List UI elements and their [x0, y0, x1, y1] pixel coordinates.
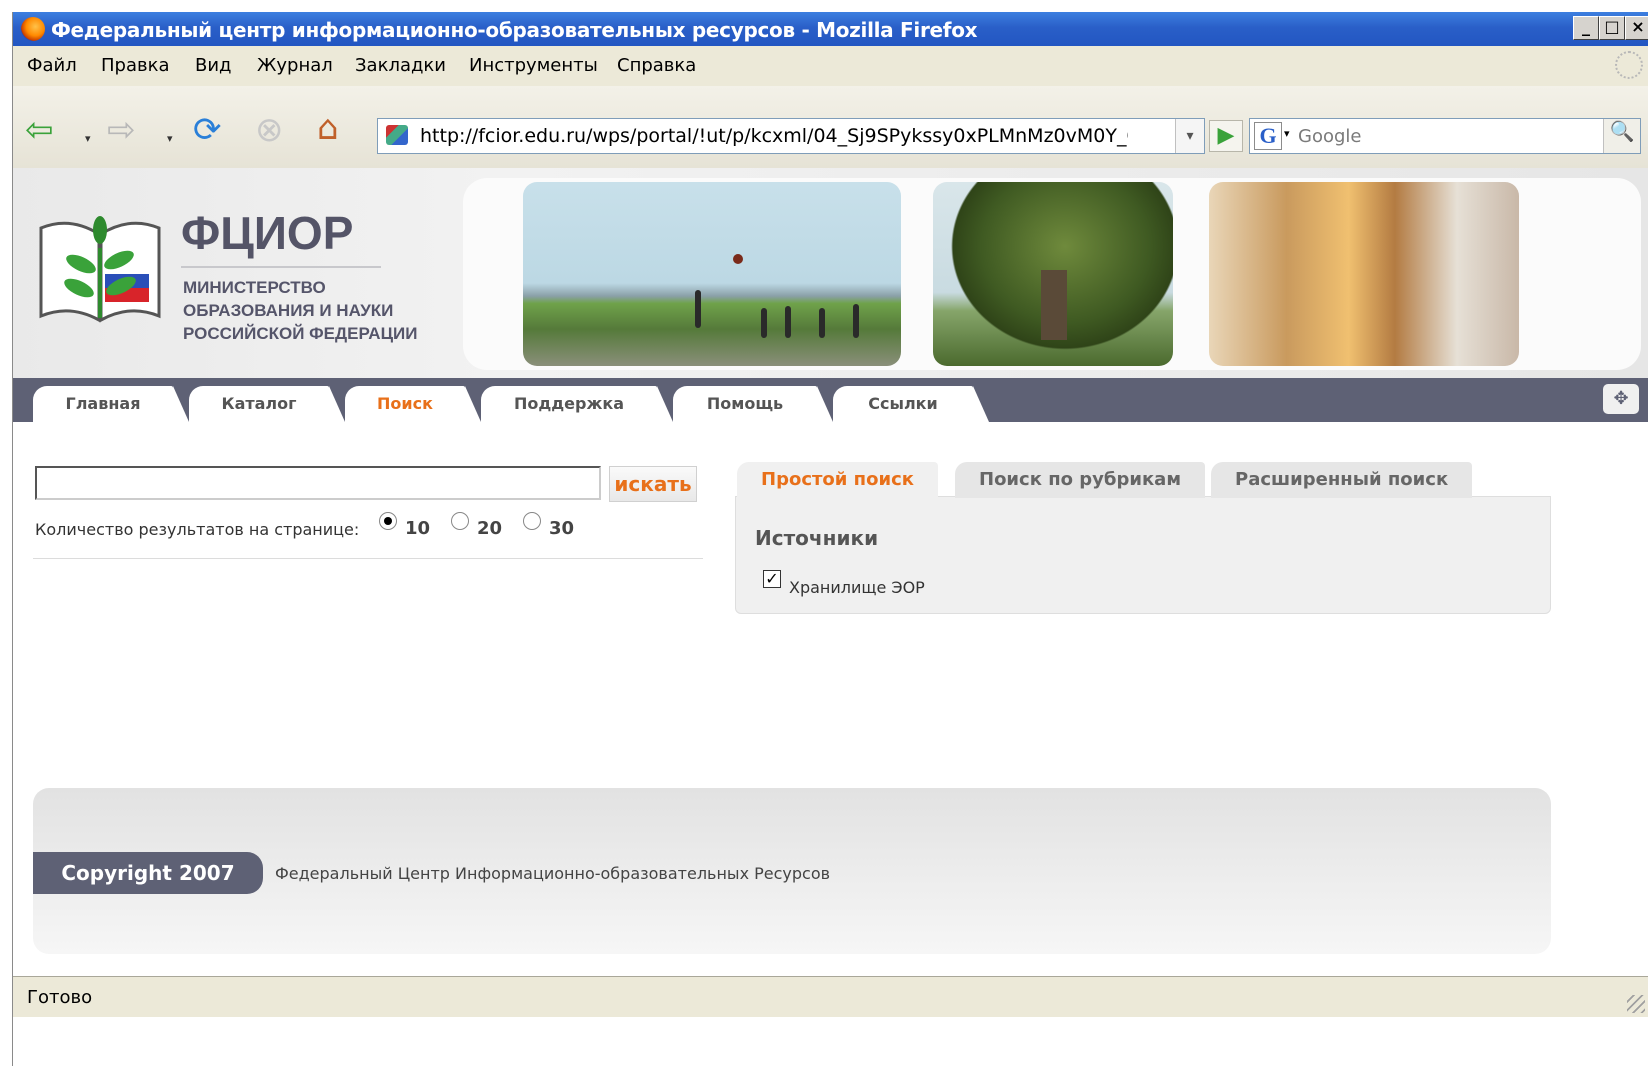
status-bar: Готово — [13, 976, 1648, 1017]
tab-advanced-search[interactable]: Расширенный поиск — [1211, 462, 1473, 498]
menu-edit[interactable]: Правка — [101, 55, 170, 76]
person-figure — [785, 306, 791, 338]
portal-navigation: Главная Каталог Поиск Поддержка Помощь С… — [13, 378, 1648, 422]
firefox-logo-icon — [21, 17, 45, 41]
results-per-page-label: Количество результатов на странице: — [35, 520, 360, 539]
divider — [33, 558, 703, 559]
navigation-toolbar: ⇦ ▾ ⇨ ▾ ⟳ ⊗ ⌂ http://fcior.edu.ru/wps/po… — [13, 86, 1648, 169]
sources-heading: Источники — [755, 526, 879, 550]
menu-help[interactable]: Справка — [617, 55, 696, 76]
tab-home[interactable]: Главная — [33, 386, 189, 422]
footer-org-name: Федеральный Центр Информационно-образова… — [275, 864, 831, 883]
results-option-label: 20 — [477, 518, 503, 539]
header-photo-strip — [463, 178, 1641, 370]
home-icon[interactable]: ⌂ — [317, 108, 339, 148]
repository-checkbox-label[interactable]: Хранилище ЭОР — [789, 578, 925, 597]
ministry-text: МИНИСТЕРСТВО ОБРАЗОВАНИЯ И НАУКИ РОССИЙС… — [183, 276, 417, 345]
browser-window: Федеральный центр информационно-образова… — [12, 12, 1648, 1066]
site-header: ФЦИОР МИНИСТЕРСТВО ОБРАЗОВАНИЯ И НАУКИ Р… — [13, 168, 1648, 378]
menu-history[interactable]: Журнал — [257, 55, 333, 76]
menu-tools[interactable]: Инструменты — [469, 55, 598, 76]
ministry-line: РОССИЙСКОЙ ФЕДЕРАЦИИ — [183, 324, 418, 343]
status-text: Готово — [27, 987, 93, 1008]
tab-catalog[interactable]: Каталог — [189, 386, 345, 422]
engine-dropdown-icon[interactable]: ▾ — [1284, 127, 1290, 140]
go-button[interactable]: ▶ — [1209, 120, 1243, 152]
ministry-line: ОБРАЗОВАНИЯ И НАУКИ — [183, 301, 394, 320]
close-button[interactable]: × — [1625, 16, 1648, 40]
address-bar[interactable]: http://fcior.edu.ru/wps/portal/!ut/p/kcx… — [377, 118, 1205, 154]
brand-name: ФЦИОР — [181, 207, 354, 259]
person-figure — [695, 290, 701, 328]
menu-bar: Файл Правка Вид Журнал Закладки Инструме… — [13, 46, 1648, 86]
tab-support[interactable]: Поддержка — [481, 386, 673, 422]
fcior-book-logo-icon[interactable] — [35, 208, 165, 328]
tab-links[interactable]: Ссылки — [833, 386, 989, 422]
ministry-line: МИНИСТЕРСТВО — [183, 278, 326, 297]
tree-photo — [933, 182, 1173, 366]
forward-arrow-icon[interactable]: ⇨ — [107, 110, 136, 150]
back-history-dropdown[interactable]: ▾ — [85, 132, 91, 145]
results-radio-10[interactable] — [379, 512, 397, 530]
brand-divider — [181, 266, 381, 268]
customize-page-icon[interactable]: ✥ — [1603, 384, 1639, 414]
ball — [733, 254, 743, 264]
people-blur-photo — [1209, 182, 1519, 366]
results-radio-20[interactable] — [451, 512, 469, 530]
url-text[interactable]: http://fcior.edu.ru/wps/portal/!ut/p/kcx… — [420, 125, 1128, 147]
search-magnifier-icon[interactable]: 🔍 — [1603, 119, 1640, 153]
search-placeholder[interactable]: Google — [1298, 126, 1361, 147]
person-figure — [761, 308, 767, 338]
maximize-button[interactable]: □ — [1599, 16, 1625, 40]
tab-rubric-search[interactable]: Поиск по рубрикам — [955, 462, 1206, 498]
google-engine-icon[interactable]: G — [1254, 122, 1282, 150]
stop-icon[interactable]: ⊗ — [255, 110, 284, 150]
copyright-badge: Copyright 2007 — [33, 852, 263, 894]
web-search-box[interactable]: G ▾ Google 🔍 — [1249, 118, 1641, 154]
menu-bookmarks[interactable]: Закладки — [355, 55, 446, 76]
person-figure — [853, 304, 859, 338]
results-radio-30[interactable] — [523, 512, 541, 530]
menu-view[interactable]: Вид — [195, 55, 232, 76]
results-option-label: 30 — [549, 518, 575, 539]
menu-file[interactable]: Файл — [27, 55, 77, 76]
site-favicon-icon — [386, 125, 408, 145]
search-query-input[interactable] — [35, 466, 601, 500]
tab-simple-search[interactable]: Простой поиск — [737, 462, 938, 498]
search-submit-button[interactable]: искать — [609, 466, 697, 502]
throbber-icon — [1615, 51, 1643, 79]
tab-help[interactable]: Помощь — [673, 386, 833, 422]
reload-icon[interactable]: ⟳ — [193, 110, 222, 150]
person-figure — [819, 308, 825, 338]
title-bar: Федеральный центр информационно-образова… — [13, 12, 1648, 46]
children-playing-photo — [523, 182, 901, 366]
url-history-dropdown[interactable]: ▾ — [1175, 119, 1204, 153]
forward-history-dropdown[interactable]: ▾ — [167, 132, 173, 145]
results-option-label: 10 — [405, 518, 431, 539]
minimize-button[interactable]: _ — [1573, 16, 1599, 40]
repository-checkbox[interactable]: ✓ — [763, 570, 781, 588]
window-title: Федеральный центр информационно-образова… — [51, 18, 978, 42]
tree-trunk — [1041, 270, 1067, 340]
tab-search[interactable]: Поиск — [345, 386, 481, 422]
back-arrow-icon[interactable]: ⇦ — [25, 110, 54, 150]
resize-grip-icon[interactable] — [1627, 995, 1645, 1013]
